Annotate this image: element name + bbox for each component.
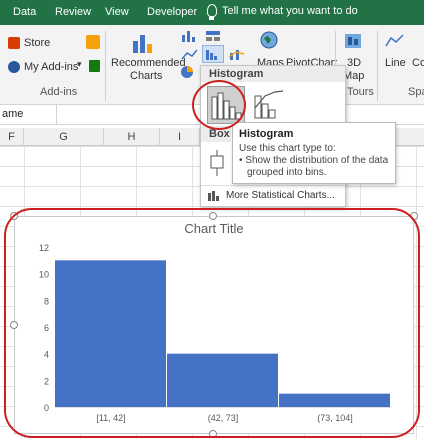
tab-data[interactable]: Data (13, 6, 36, 18)
box-whisker-icon[interactable] (207, 148, 227, 178)
line-chart-icon[interactable] (180, 47, 200, 61)
resize-handle[interactable] (10, 321, 18, 329)
name-box-divider (56, 105, 57, 125)
bing-icon[interactable] (86, 35, 100, 49)
sparkline-line-icon (385, 34, 404, 47)
people-graph-icon[interactable] (89, 60, 100, 72)
column-chart-icon[interactable] (180, 29, 200, 43)
histogram-icon (211, 92, 242, 120)
tooltip-line: grouped into bins. (247, 167, 327, 178)
recommended-charts-icon (133, 35, 152, 53)
histogram-bar (279, 393, 390, 407)
column-header-h[interactable]: H (104, 128, 160, 146)
tooltip-line: Use this chart type to: (239, 143, 336, 154)
menu-divider (201, 185, 345, 186)
resize-handle[interactable] (410, 212, 418, 220)
tab-review[interactable]: Review (55, 6, 91, 18)
tell-me-box[interactable]: Tell me what you want to do (207, 4, 358, 20)
chevron-down-icon[interactable]: ▾ (77, 59, 82, 70)
my-addins-button[interactable]: My Add-ins (24, 61, 78, 73)
sparkline-line-button[interactable]: Line (385, 57, 406, 69)
y-tick-label: 4 (44, 350, 49, 360)
group-divider (377, 31, 378, 101)
pareto-option[interactable] (251, 86, 289, 124)
pareto-icon (254, 90, 284, 119)
histogram-bar (167, 353, 278, 407)
chart-area[interactable]: Chart Title 0 2 4 6 8 10 12 [11, 42] (42, 73] (73,… (14, 216, 414, 434)
3d-map-label-1[interactable]: 3D (347, 57, 361, 69)
sparkline-column-button[interactable]: Co (412, 57, 424, 69)
histogram-section-header: Histogram (201, 66, 345, 82)
histogram-chart: Chart Title 0 2 4 6 8 10 12 [11, 42] (42, 73] (73,… (39, 221, 391, 423)
chart-title: Chart Title (184, 221, 243, 236)
tell-me-text: Tell me what you want to do (222, 4, 358, 17)
histogram-tooltip: Histogram Use this chart type to: • Show… (232, 122, 396, 184)
recommended-charts-label-2[interactable]: Charts (130, 70, 162, 82)
column-header-g[interactable]: G (24, 128, 104, 146)
column-header-i[interactable]: I (160, 128, 200, 146)
3d-map-icon (345, 34, 361, 48)
histogram-bar (55, 260, 166, 407)
addins-group-label: Add-ins (40, 86, 78, 98)
combo-chart-icon[interactable] (228, 47, 248, 61)
x-tick-label: [11, 42] (96, 413, 125, 423)
resize-handle[interactable] (209, 212, 217, 220)
tooltip-line: • Show the distribution of the data (239, 155, 389, 166)
box-section-header: Box (201, 126, 231, 142)
my-addins-icon (8, 61, 20, 73)
column-header-f[interactable]: F (0, 128, 24, 146)
y-tick-label: 8 (44, 296, 49, 306)
x-tick-label: (73, 104] (317, 413, 353, 423)
y-tick-label: 12 (39, 243, 49, 253)
resize-handle[interactable] (10, 212, 18, 220)
ribbon-tab-bar: Data Review View Developer Tell me what … (0, 0, 424, 25)
more-charts-icon (208, 191, 219, 201)
y-tick-label: 2 (44, 376, 49, 386)
name-box[interactable]: ame (2, 108, 23, 120)
tab-developer[interactable]: Developer (147, 6, 197, 18)
x-tick-label: (42, 73] (208, 413, 239, 423)
tooltip-title: Histogram (239, 128, 294, 140)
lightbulb-icon (207, 4, 217, 20)
pie-chart-icon[interactable] (180, 65, 194, 79)
sparklines-group-label: Spar (408, 86, 424, 98)
store-icon (8, 37, 20, 49)
tab-view[interactable]: View (105, 6, 129, 18)
histogram-option[interactable] (207, 86, 245, 124)
group-divider (105, 31, 106, 101)
recommended-charts-label-1[interactable]: Recommended (111, 57, 186, 69)
statistic-chart-button[interactable] (202, 45, 224, 63)
more-statistical-charts-link[interactable]: More Statistical Charts... (226, 190, 335, 201)
hierarchy-chart-icon[interactable] (204, 29, 224, 43)
maps-icon (260, 31, 278, 49)
tours-group-label: Tours (347, 86, 374, 98)
3d-map-label-2[interactable]: Map (343, 70, 364, 82)
y-tick-label: 0 (44, 403, 49, 413)
store-button[interactable]: Store (24, 37, 50, 49)
resize-handle[interactable] (209, 430, 217, 438)
y-tick-label: 6 (44, 323, 49, 333)
y-tick-label: 10 (39, 270, 49, 280)
